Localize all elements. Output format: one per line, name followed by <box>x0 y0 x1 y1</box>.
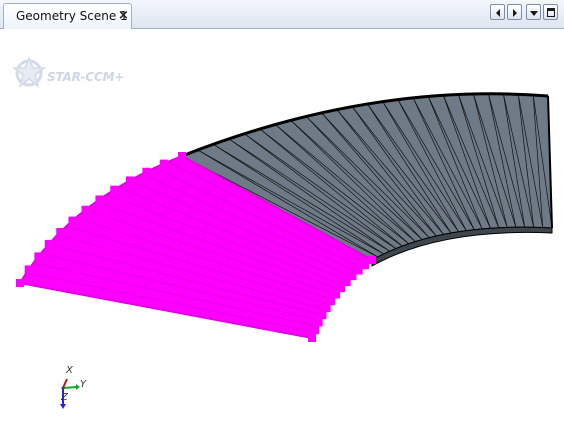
selection-marker <box>322 304 331 312</box>
selection-marker <box>95 195 104 204</box>
selection-marker <box>318 311 327 320</box>
selection-marker <box>125 176 134 185</box>
selection-marker <box>81 205 90 214</box>
selection-marker <box>368 256 376 264</box>
selection-marker <box>308 334 316 342</box>
y-axis-label: Y <box>80 379 87 390</box>
selection-marker <box>311 326 320 335</box>
tab-geometry-scene[interactable]: Geometry Scene 1 × <box>3 3 132 29</box>
selection-marker <box>142 167 151 176</box>
selection-marker <box>361 261 370 270</box>
scene-tab-bar: Geometry Scene 1 × <box>0 0 564 29</box>
dropdown-icon[interactable] <box>526 4 541 20</box>
z-axis-label: Z <box>61 392 68 403</box>
selection-marker <box>159 159 168 168</box>
selection-marker <box>68 216 77 225</box>
scroll-right-icon[interactable] <box>507 4 522 20</box>
star-ccm-logo <box>11 55 47 88</box>
scroll-left-icon[interactable] <box>490 4 505 20</box>
selection-marker <box>178 152 186 160</box>
selection-marker <box>314 318 323 327</box>
x-axis-label: X <box>66 365 73 376</box>
selection-marker <box>24 265 33 274</box>
close-icon[interactable]: × <box>118 8 129 23</box>
selection-marker <box>44 239 53 248</box>
maximize-icon[interactable] <box>543 4 558 20</box>
scene-canvas[interactable] <box>0 29 564 433</box>
selection-marker <box>56 228 65 236</box>
logo-text: STAR-CCM+ <box>47 70 125 84</box>
scene-viewport[interactable]: STAR-CCM+ X Y Z <box>0 29 564 433</box>
tab-title: Geometry Scene 1 <box>16 9 128 23</box>
selection-marker <box>34 252 43 261</box>
selection-marker <box>110 185 119 194</box>
selection-marker <box>16 279 24 287</box>
